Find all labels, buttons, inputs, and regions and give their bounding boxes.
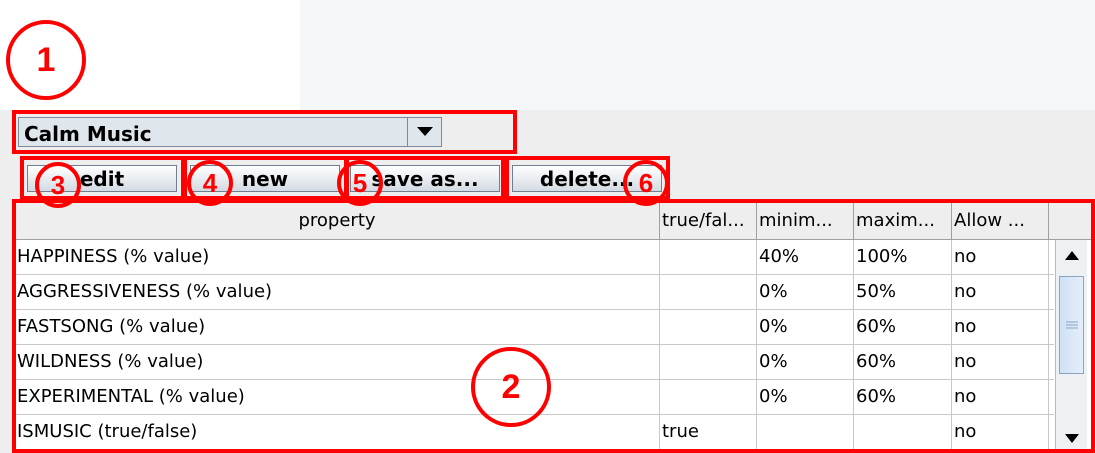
- preset-combo-box[interactable]: Calm Music: [18, 117, 442, 147]
- annotation-number: 4: [187, 160, 233, 206]
- cell-property: FASTSONG (% value): [15, 310, 660, 344]
- cell-property: ISMUSIC (true/false): [15, 415, 660, 449]
- header-allow[interactable]: Allow ...: [952, 202, 1049, 239]
- cell-true-false: true: [660, 415, 757, 449]
- properties-table: property true/fal... minim... maxim... A…: [15, 202, 1092, 453]
- cell-property: HAPPINESS (% value): [15, 240, 660, 274]
- annotation-number: 3: [35, 162, 81, 208]
- cell-maximum: 60%: [854, 345, 952, 379]
- cell-maximum: 100%: [854, 240, 952, 274]
- cell-property: EXPERIMENTAL (% value): [15, 380, 660, 414]
- annotation-number: 1: [6, 20, 86, 100]
- scroll-up-icon[interactable]: [1056, 240, 1087, 270]
- cell-true-false: [660, 380, 757, 414]
- header-minimum[interactable]: minim...: [757, 202, 854, 239]
- top-band-right: [300, 0, 1095, 110]
- cell-minimum: 0%: [757, 310, 854, 344]
- scroll-down-icon[interactable]: [1056, 423, 1087, 453]
- vertical-scrollbar[interactable]: [1055, 240, 1087, 453]
- header-true-false[interactable]: true/fal...: [660, 202, 757, 239]
- cell-maximum: 60%: [854, 310, 952, 344]
- cell-allow: no: [952, 415, 1049, 449]
- chevron-down-icon[interactable]: [407, 118, 441, 146]
- edit-button-label: edit: [79, 166, 125, 191]
- cell-property: AGGRESSIVENESS (% value): [15, 275, 660, 309]
- cell-minimum: 0%: [757, 345, 854, 379]
- cell-true-false: [660, 310, 757, 344]
- cell-allow: no: [952, 240, 1049, 274]
- cell-allow: no: [952, 380, 1049, 414]
- cell-maximum: 50%: [854, 275, 952, 309]
- preset-combo-value: Calm Music: [24, 122, 152, 146]
- annotation-number: 5: [337, 160, 383, 206]
- header-property[interactable]: property: [15, 202, 660, 239]
- new-button-label: new: [241, 166, 289, 191]
- scroll-thumb[interactable]: [1059, 276, 1084, 374]
- table-row[interactable]: FASTSONG (% value) 0% 60% no: [15, 310, 1054, 345]
- delete-button-label: delete...: [539, 166, 635, 191]
- cell-maximum: [854, 415, 952, 449]
- cell-true-false: [660, 275, 757, 309]
- table-row[interactable]: ISMUSIC (true/false) true no: [15, 415, 1054, 450]
- cell-minimum: [757, 415, 854, 449]
- save-as-button-label: save as...: [371, 166, 479, 191]
- cell-maximum: 60%: [854, 380, 952, 414]
- annotation-number: 6: [623, 160, 669, 206]
- table-row[interactable]: AGGRESSIVENESS (% value) 0% 50% no: [15, 275, 1054, 310]
- cell-minimum: 40%: [757, 240, 854, 274]
- cell-allow: no: [952, 345, 1049, 379]
- cell-allow: no: [952, 275, 1049, 309]
- cell-property: WILDNESS (% value): [15, 345, 660, 379]
- cell-true-false: [660, 345, 757, 379]
- table-header: property true/fal... minim... maxim... A…: [15, 202, 1092, 240]
- cell-true-false: [660, 240, 757, 274]
- cell-minimum: 0%: [757, 275, 854, 309]
- cell-allow: no: [952, 310, 1049, 344]
- grip-icon: [1065, 321, 1078, 329]
- header-maximum[interactable]: maxim...: [854, 202, 952, 239]
- annotation-number: 2: [471, 347, 551, 427]
- table-row[interactable]: HAPPINESS (% value) 40% 100% no: [15, 240, 1054, 275]
- cell-minimum: 0%: [757, 380, 854, 414]
